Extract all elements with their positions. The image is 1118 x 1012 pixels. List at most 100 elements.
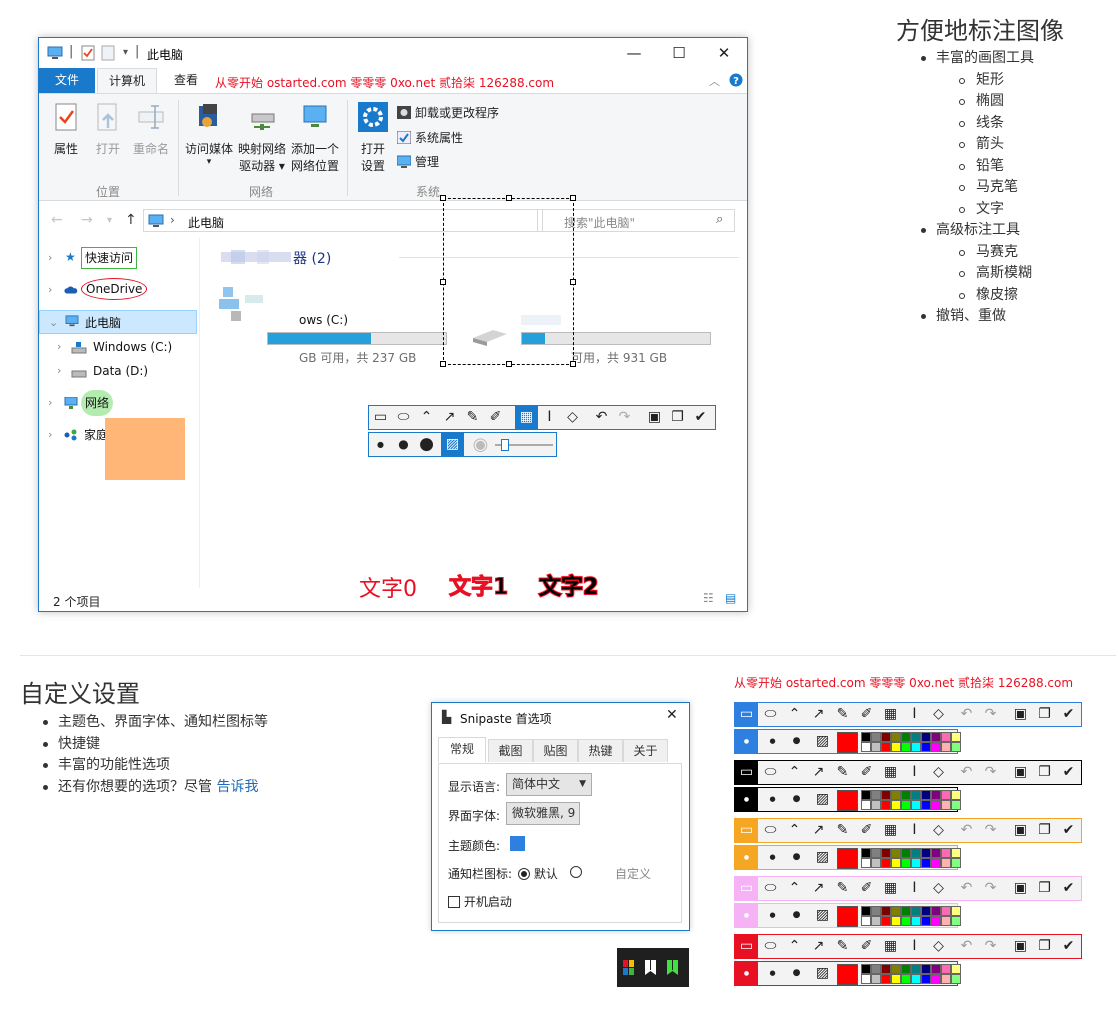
save-icon[interactable]: ▣ — [643, 406, 666, 429]
palette-swatch[interactable] — [911, 916, 921, 926]
palette-swatch[interactable] — [951, 732, 961, 742]
redo-icon[interactable]: ↷ — [979, 703, 1002, 726]
copy-icon[interactable]: ❐ — [1033, 703, 1056, 726]
palette-swatch[interactable] — [901, 742, 911, 752]
palette-swatch[interactable] — [931, 790, 941, 800]
palette-swatch[interactable] — [911, 732, 921, 742]
pencil-tool-icon[interactable]: ✎ — [831, 761, 854, 784]
chevron-right-icon[interactable]: › — [57, 335, 61, 359]
details-view-icon[interactable]: ☷ — [703, 591, 714, 605]
palette-swatch[interactable] — [921, 916, 931, 926]
copy-icon[interactable]: ❐ — [1033, 819, 1056, 842]
pattern-icon[interactable]: ▨ — [811, 904, 834, 927]
eraser-tool-icon[interactable]: ◇ — [927, 819, 950, 842]
map-drive-button[interactable]: 映射网络 驱动器 ▾ — [236, 102, 288, 175]
palette-swatch[interactable] — [891, 858, 901, 868]
tell-me-link[interactable]: 告诉我 — [216, 779, 258, 795]
marker-tool-icon[interactable]: ✐ — [855, 819, 878, 842]
palette-swatch[interactable] — [931, 848, 941, 858]
palette-swatch[interactable] — [891, 974, 901, 984]
palette-swatch[interactable] — [861, 858, 871, 868]
text-tool-icon[interactable]: I — [903, 761, 926, 784]
size-large-icon[interactable]: ● — [785, 846, 808, 869]
marker-tool-icon[interactable]: ✐ — [855, 935, 878, 958]
manage-button[interactable]: 管理 — [397, 153, 439, 170]
language-select[interactable]: 简体中文 ▼ — [506, 773, 592, 796]
palette-swatch[interactable] — [921, 732, 931, 742]
palette-swatch[interactable] — [941, 858, 951, 868]
mosaic-tool-icon[interactable]: ▦ — [879, 935, 902, 958]
chevron-right-icon[interactable]: › — [57, 359, 61, 383]
palette-swatch[interactable] — [951, 906, 961, 916]
save-icon[interactable]: ▣ — [1009, 703, 1032, 726]
palette-swatch[interactable] — [891, 906, 901, 916]
properties-button[interactable]: 属性 — [49, 102, 83, 158]
redo-icon[interactable]: ↷ — [979, 935, 1002, 958]
tray-custom-radio[interactable] — [570, 865, 582, 879]
palette-swatch[interactable] — [911, 974, 921, 984]
palette-swatch[interactable] — [921, 742, 931, 752]
palette-swatch[interactable] — [871, 858, 881, 868]
up-arrow-icon[interactable]: ↑ — [125, 212, 137, 228]
pencil-tool-icon[interactable]: ✎ — [831, 703, 854, 726]
mosaic-tool-icon[interactable]: ▦ — [879, 877, 902, 900]
redo-icon[interactable]: ↷ — [979, 761, 1002, 784]
nav-network[interactable]: › 网络 — [39, 390, 197, 416]
arrow-tool-icon[interactable]: ↗ — [807, 935, 830, 958]
palette-swatch[interactable] — [941, 906, 951, 916]
palette-swatch[interactable] — [881, 800, 891, 810]
palette-swatch[interactable] — [951, 916, 961, 926]
forward-arrow-icon[interactable]: → — [81, 212, 93, 228]
palette-swatch[interactable] — [921, 964, 931, 974]
nav-quick-access[interactable]: › ★ 快速访问 — [39, 246, 197, 270]
palette-swatch[interactable] — [951, 858, 961, 868]
tab-paste[interactable]: 贴图 — [533, 739, 578, 762]
resize-handle[interactable] — [570, 195, 576, 201]
palette-swatch[interactable] — [871, 906, 881, 916]
pencil-tool-icon[interactable]: ✎ — [831, 877, 854, 900]
text-tool-icon[interactable]: I — [538, 406, 561, 429]
palette-swatch[interactable] — [941, 800, 951, 810]
palette-swatch[interactable] — [921, 848, 931, 858]
resize-handle[interactable] — [440, 279, 446, 285]
palette-swatch[interactable] — [931, 964, 941, 974]
size-medium-icon[interactable]: ● — [761, 904, 784, 927]
copy-icon[interactable]: ❐ — [1033, 761, 1056, 784]
palette-swatch[interactable] — [941, 974, 951, 984]
palette-swatch[interactable] — [931, 906, 941, 916]
undo-icon[interactable]: ↶ — [955, 877, 978, 900]
size-medium-icon[interactable]: ● — [761, 846, 784, 869]
palette-swatch[interactable] — [951, 800, 961, 810]
rectangle-tool-icon[interactable]: ▭ — [735, 877, 758, 900]
size-large-icon[interactable]: ● — [785, 904, 808, 927]
palette-swatch[interactable] — [881, 790, 891, 800]
size-medium-icon[interactable]: ● — [761, 962, 784, 985]
mosaic-tool-icon[interactable]: ▦ — [879, 819, 902, 842]
undo-icon[interactable]: ↶ — [955, 761, 978, 784]
qat-dropdown-icon[interactable]: ▾ — [123, 47, 128, 58]
resize-handle[interactable] — [570, 361, 576, 367]
recent-dropdown-icon[interactable]: ▾ — [107, 215, 112, 226]
palette-swatch[interactable] — [891, 790, 901, 800]
palette-swatch[interactable] — [871, 800, 881, 810]
palette-swatch[interactable] — [931, 742, 941, 752]
palette-swatch[interactable] — [881, 916, 891, 926]
save-icon[interactable]: ▣ — [1009, 819, 1032, 842]
palette-swatch[interactable] — [901, 800, 911, 810]
eraser-tool-icon[interactable]: ◇ — [561, 406, 584, 429]
text-tool-icon[interactable]: I — [903, 703, 926, 726]
size-small-icon[interactable]: ● — [735, 904, 758, 927]
ellipse-tool-icon[interactable]: ⬭ — [759, 703, 782, 726]
pattern-icon[interactable]: ▨ — [811, 730, 834, 753]
pencil-tool-icon[interactable]: ✎ — [831, 935, 854, 958]
text-tool-icon[interactable]: I — [903, 935, 926, 958]
pencil-tool-icon[interactable]: ✎ — [831, 819, 854, 842]
palette-swatch[interactable] — [911, 800, 921, 810]
confirm-check-icon[interactable]: ✔ — [1057, 819, 1080, 842]
palette-swatch[interactable] — [871, 790, 881, 800]
palette-swatch[interactable] — [881, 848, 891, 858]
palette-swatch[interactable] — [891, 742, 901, 752]
theme-color-swatch[interactable] — [510, 836, 525, 851]
palette-swatch[interactable] — [921, 974, 931, 984]
line-tool-icon[interactable]: ⌃ — [783, 877, 806, 900]
